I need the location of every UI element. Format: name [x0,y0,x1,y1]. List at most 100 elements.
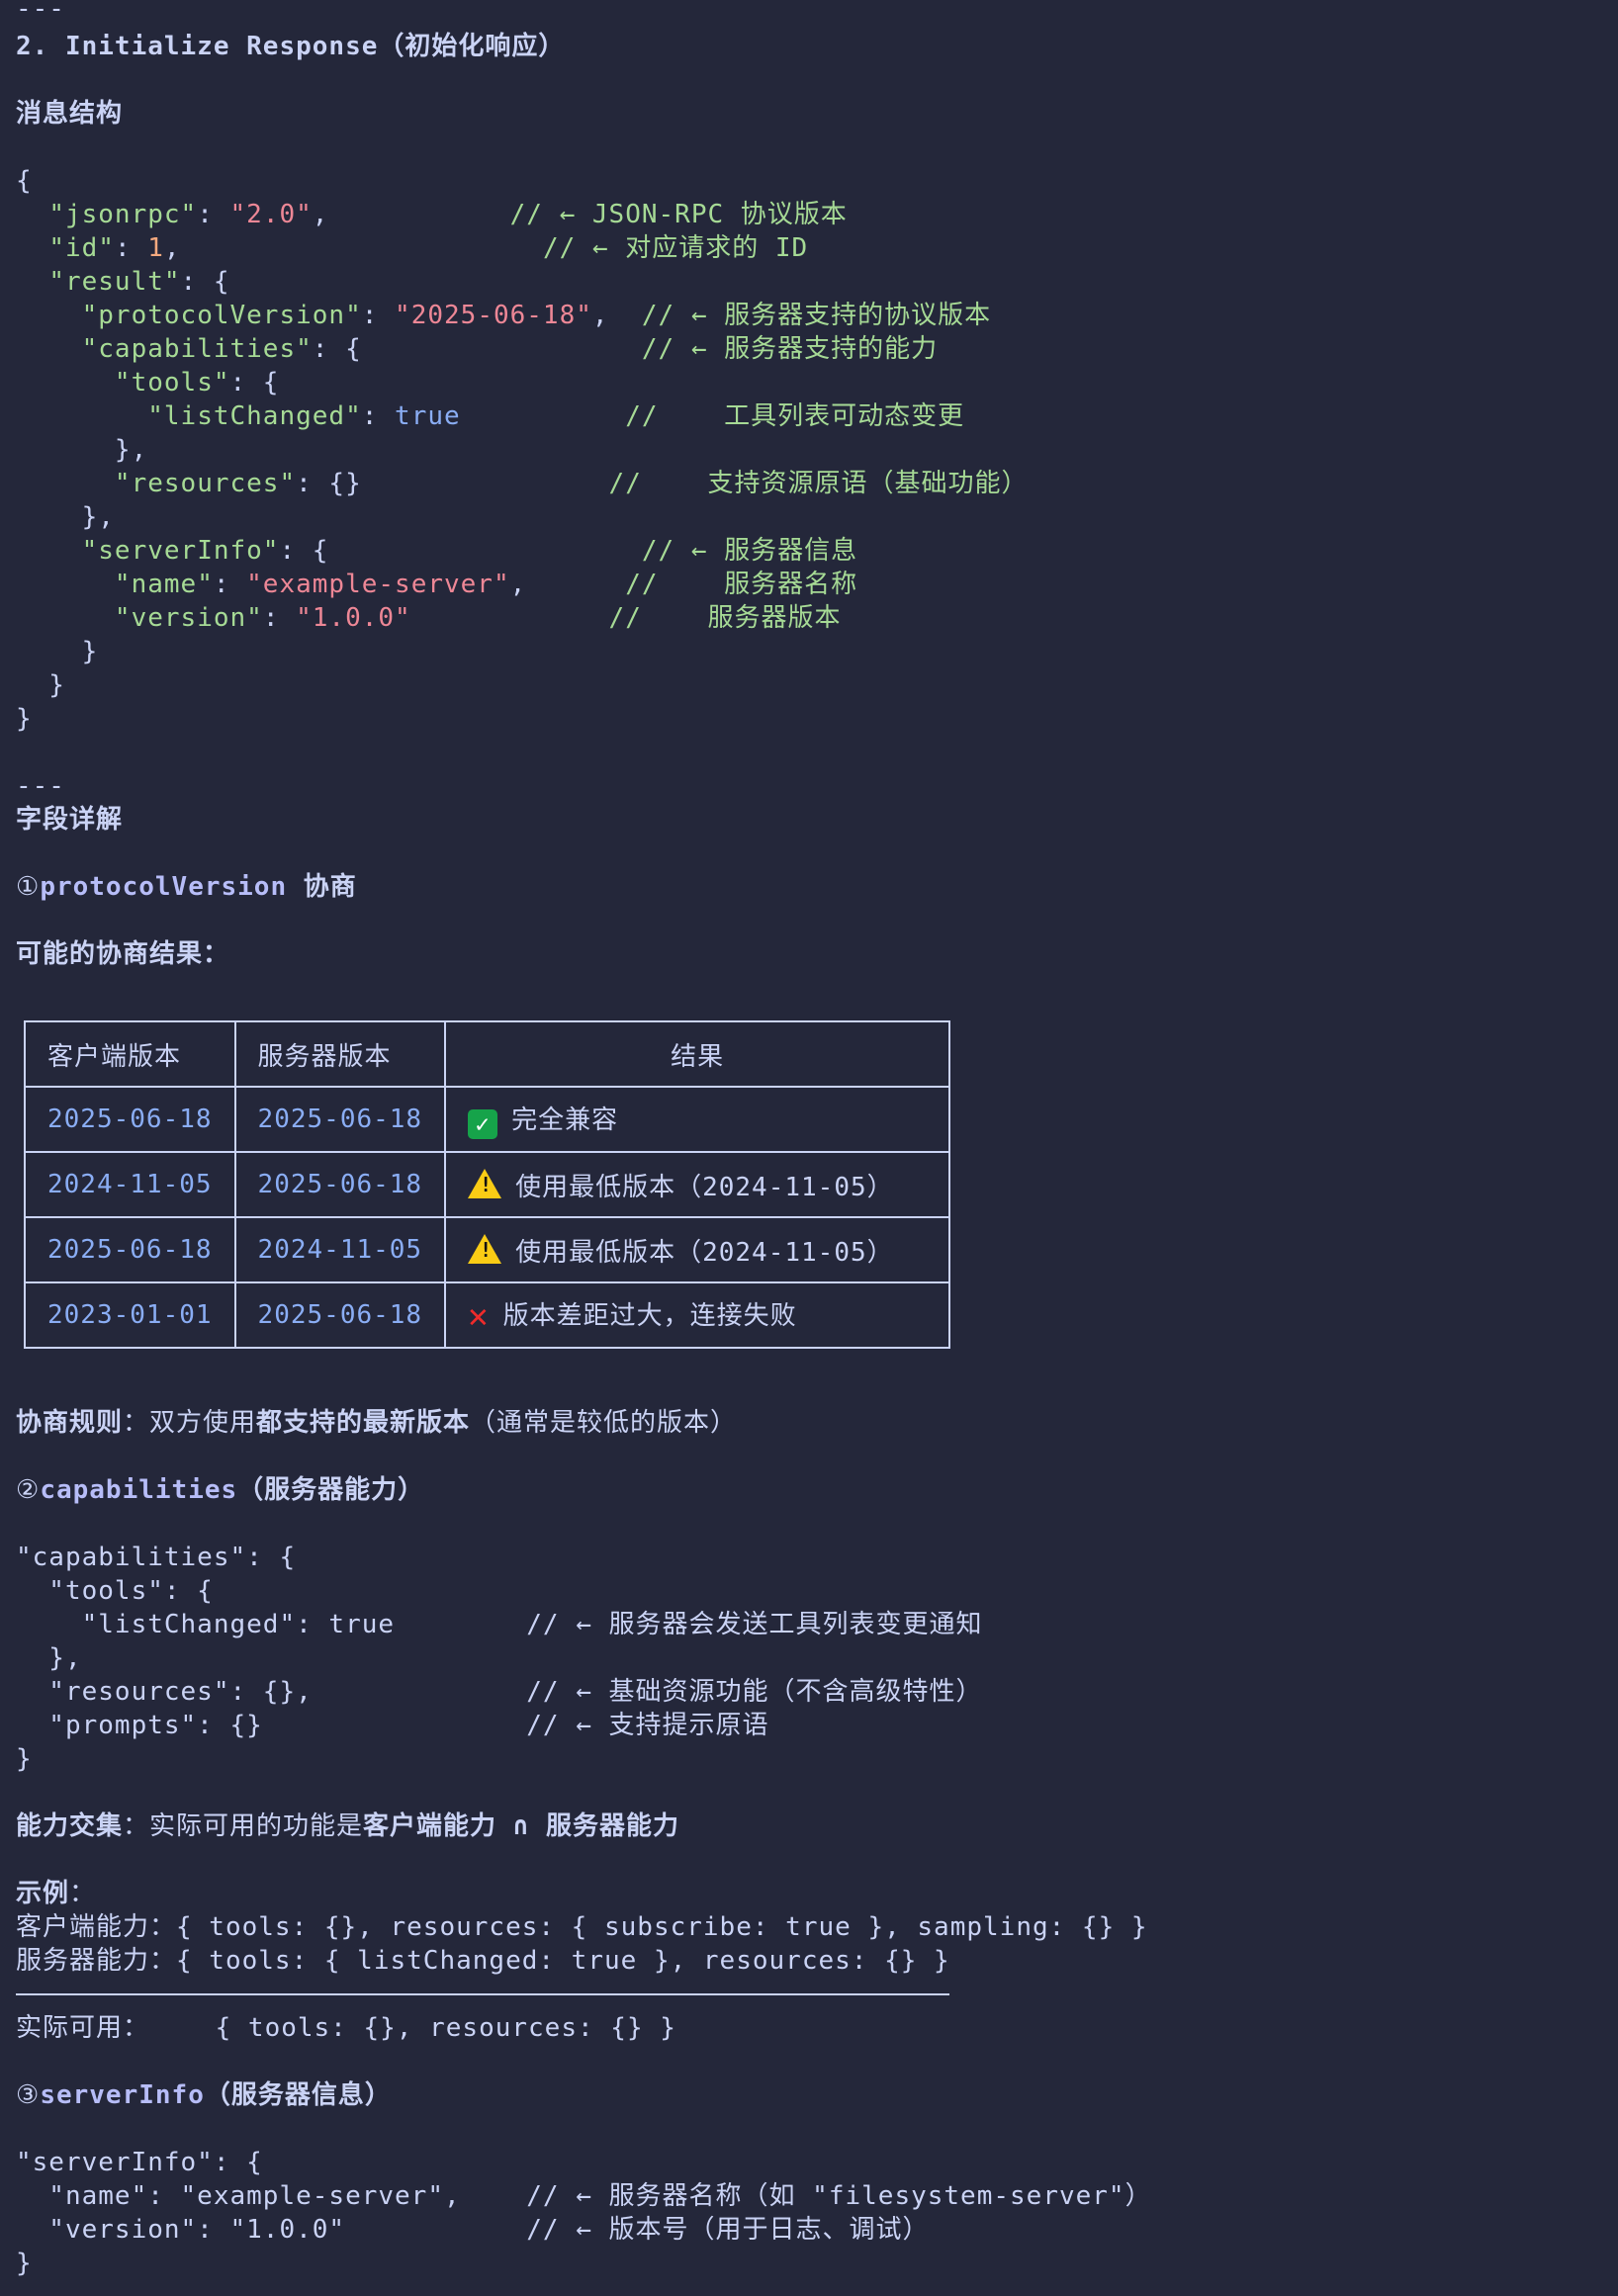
key-resources: "resources" [114,469,297,498]
json-line-version: "version": "1.0.0" // 服务器版本 [114,603,842,633]
capabilities-code-line: "prompts": {} // ← 支持提示原语 [16,1711,769,1740]
key-serverinfo: "serverInfo" [81,536,280,566]
cell-server: 2025-06-18 [233,1281,447,1349]
comment-protocolversion: // ← 服务器支持的协议版本 [641,301,992,330]
json-open-brace: { [16,166,33,196]
comment-capabilities: // ← 服务器支持的能力 [641,334,939,364]
value-protocolversion: "2025-06-18" [395,301,592,330]
key-protocolversion: "protocolVersion" [81,301,362,330]
json-line-protocolversion: "protocolVersion": "2025-06-18", // ← 服务… [81,301,992,330]
serverinfo-code-line: "name": "example-server", // ← 服务器名称（如 "… [16,2181,1152,2211]
json-line-capabilities: "capabilities": { // ← 服务器支持的能力 [81,334,939,364]
marker-two: ② [16,1475,41,1505]
value-name: "example-server" [246,570,510,599]
message-structure-heading: 消息结构 [16,99,124,129]
capabilities-code-line: "capabilities": { [16,1543,297,1572]
capabilities-title-text: （服务器能力） [237,1475,425,1505]
result-text: 版本差距过大，连接失败 [502,1300,797,1331]
json-line-result: "result": { [48,267,230,297]
json-line-result-close: } [16,670,65,700]
capabilities-section-title: ②capabilities（服务器能力） [16,1473,424,1507]
comment-id: // ← 对应请求的 ID [542,233,809,263]
key-capabilities: "capabilities" [81,334,313,364]
cell-client: 2023-01-01 [24,1281,236,1349]
table-header-row: 客户端版本 服务器版本 结果 [24,1020,951,1088]
serverinfo-code-line: "serverInfo": { [16,2148,263,2177]
json-line-resources: "resources": {} // 支持资源原语（基础功能） [114,469,1029,498]
cell-server: 2025-06-18 [233,1086,447,1153]
comment-jsonrpc: // ← JSON-RPC 协议版本 [509,200,848,229]
intersection-bold: 客户端能力 ∩ 服务器能力 [363,1811,679,1841]
rule-bold: 都支持的最新版本 [256,1408,471,1438]
comment-resources: // 支持资源原语（基础功能） [608,469,1029,498]
json-line-tools: "tools": { [114,368,280,397]
header-client-version: 客户端版本 [24,1020,236,1088]
fields-heading: 字段详解 [16,805,124,835]
result-text: 使用最低版本（2024-11-05） [515,1172,894,1202]
serverinfo-title-code: serverInfo [40,2080,205,2110]
serverinfo-section-title: ③serverInfo（服务器信息） [16,2078,392,2112]
value-jsonrpc: "2.0" [229,200,313,229]
serverinfo-code-line: "version": "1.0.0" // ← 版本号（用于日志、调试） [16,2215,930,2245]
separator-top: --- [16,0,65,24]
capabilities-code-line: "tools": { [16,1576,214,1606]
comment-listchanged: // 工具列表可动态变更 [625,401,965,431]
value-resources: {} [328,469,362,498]
cell-client: 2025-06-18 [24,1216,236,1283]
example-colon: ： [69,1879,97,1908]
actual-capabilities-line: 实际可用： { tools: {}, resources: {} } [16,2013,676,2043]
comment-name: // 服务器名称 [625,570,858,599]
json-line-id: "id": 1, // ← 对应请求的 ID [48,233,809,263]
key-name: "name" [114,570,214,599]
cell-result: ✕ 版本差距过大，连接失败 [444,1281,951,1349]
capabilities-title-code: capabilities [40,1475,238,1505]
json-line-serverinfo-close: } [16,637,99,666]
capabilities-code-line: "resources": {}, // ← 基础资源功能（不含高级特性） [16,1677,983,1707]
key-version: "version" [114,603,263,633]
capabilities-code-line: "listChanged": true // ← 服务器会发送工具列表变更通知 [16,1610,983,1639]
key-tools: "tools" [114,368,230,397]
value-id: 1 [147,233,164,263]
json-line-name: "name": "example-server", // 服务器名称 [114,570,858,599]
rule-label: 协商规则 [16,1408,124,1438]
json-line-serverinfo: "serverInfo": { // ← 服务器信息 [81,536,858,566]
json-line-jsonrpc: "jsonrpc": "2.0", // ← JSON-RPC 协议版本 [48,200,848,229]
json-close-brace: } [16,704,33,734]
client-capabilities-line: 客户端能力：{ tools: {}, resources: { subscrib… [16,1912,1148,1942]
protocol-title-text: 协商 [287,872,357,902]
cell-result: ! 使用最低版本（2024-11-05） [444,1216,951,1283]
marker-one: ① [16,872,41,902]
result-text: 使用最低版本（2024-11-05） [515,1237,894,1268]
cell-result: ✓ 完全兼容 [444,1086,951,1153]
comment-serverinfo: // ← 服务器信息 [641,536,858,566]
serverinfo-code-line: } [16,2249,33,2278]
possible-results-label: 可能的协商结果： [16,939,230,969]
negotiation-rule: 协商规则：双方使用都支持的最新版本（通常是较低的版本） [16,1406,737,1440]
cell-client: 2025-06-18 [24,1086,236,1153]
separator-middle: --- [16,771,65,801]
cell-server: 2025-06-18 [233,1151,447,1218]
capability-intersection: 能力交集：实际可用的功能是客户端能力 ∩ 服务器能力 [16,1810,679,1843]
header-result: 结果 [444,1020,951,1088]
key-result: "result" [48,267,181,297]
key-listchanged: "listChanged" [147,401,362,431]
serverinfo-title-text: （服务器信息） [204,2080,392,2110]
cell-client: 2024-11-05 [24,1151,236,1218]
check-mark-icon: ✓ [468,1109,498,1139]
capabilities-code-line: } [16,1744,33,1774]
result-text: 完全兼容 [511,1105,619,1135]
warning-icon: ! [468,1233,502,1264]
cell-result: ! 使用最低版本（2024-11-05） [444,1151,951,1218]
json-line-listchanged: "listChanged": true // 工具列表可动态变更 [147,401,965,431]
example-label: 示例 [16,1879,70,1908]
table-row: 2024-11-05 2025-06-18 ! 使用最低版本（2024-11-05… [24,1151,951,1218]
section-title: 2. Initialize Response（初始化响应） [16,32,566,61]
intersection-text: ：实际可用的功能是 [123,1811,364,1841]
value-listchanged: true [395,401,461,431]
header-server-version: 服务器版本 [233,1020,447,1088]
value-version: "1.0.0" [296,603,411,633]
key-id: "id" [48,233,115,263]
table-row: 2025-06-18 2025-06-18 ✓ 完全兼容 [24,1086,951,1153]
example-label-line: 示例： [16,1877,96,1910]
table-row: 2025-06-18 2024-11-05 ! 使用最低版本（2024-11-05… [24,1216,951,1283]
